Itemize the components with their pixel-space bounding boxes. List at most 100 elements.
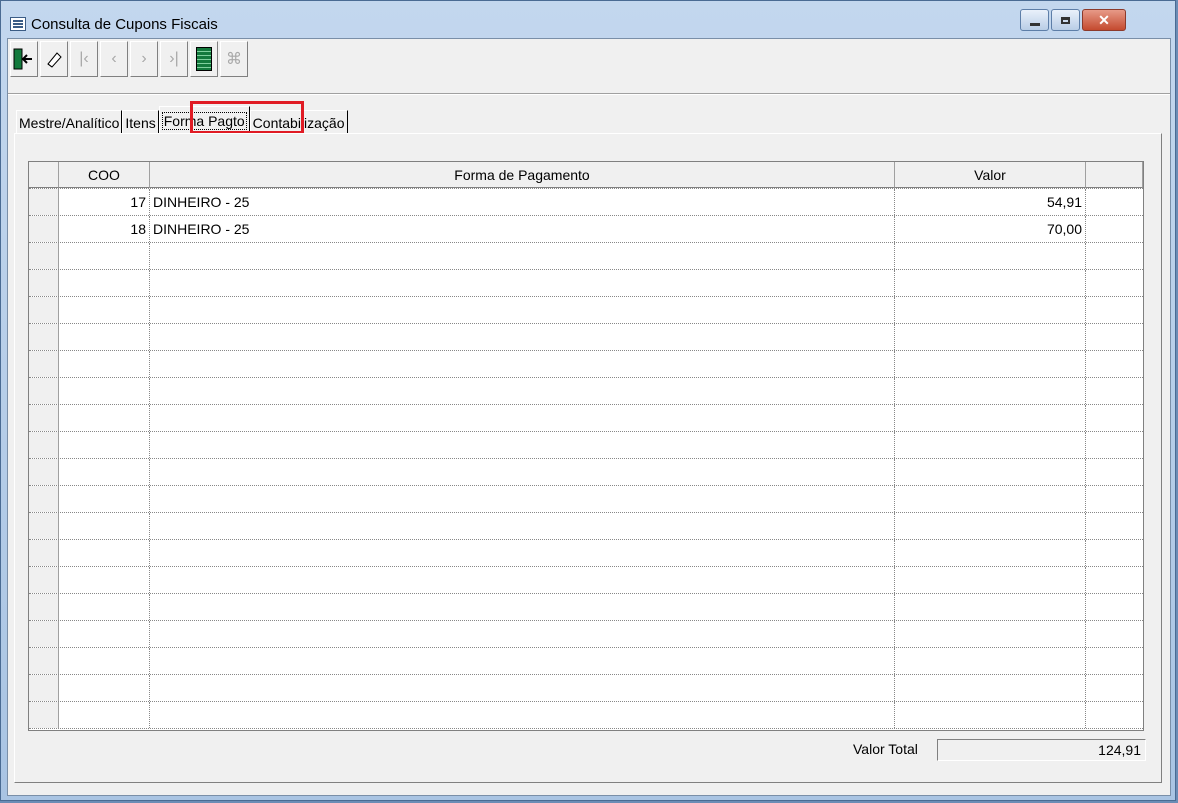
cell-valor[interactable] xyxy=(895,432,1086,458)
tab-mestre-analitico[interactable]: Mestre/Analítico xyxy=(16,110,123,134)
cell-coo[interactable]: 17 xyxy=(59,189,150,215)
column-header-valor[interactable]: Valor xyxy=(895,162,1086,188)
tab-contabilizacao[interactable]: Contabilização xyxy=(249,110,348,134)
table-row[interactable] xyxy=(29,675,1143,702)
cell-coo[interactable] xyxy=(59,324,150,350)
table-row[interactable] xyxy=(29,405,1143,432)
cell-coo[interactable] xyxy=(59,270,150,296)
cell-valor[interactable] xyxy=(895,486,1086,512)
table-row[interactable] xyxy=(29,324,1143,351)
cell-valor[interactable] xyxy=(895,540,1086,566)
table-row[interactable] xyxy=(29,621,1143,648)
cell-forma[interactable] xyxy=(150,270,895,296)
cell-forma[interactable] xyxy=(150,432,895,458)
cell-valor[interactable] xyxy=(895,324,1086,350)
chart-button[interactable]: ⌘ xyxy=(220,41,248,77)
cell-coo[interactable]: 18 xyxy=(59,216,150,242)
cell-valor[interactable] xyxy=(895,621,1086,647)
table-row[interactable] xyxy=(29,270,1143,297)
table-row[interactable] xyxy=(29,459,1143,486)
table-row[interactable] xyxy=(29,648,1143,675)
cell-forma[interactable] xyxy=(150,297,895,323)
table-row[interactable] xyxy=(29,432,1143,459)
last-record-button[interactable]: ›| xyxy=(160,41,188,77)
tab-forma-pagto[interactable]: Forma Pagto xyxy=(158,106,250,134)
cell-forma[interactable] xyxy=(150,405,895,431)
cell-valor[interactable] xyxy=(895,648,1086,674)
table-row[interactable] xyxy=(29,702,1143,729)
table-row[interactable] xyxy=(29,567,1143,594)
cell-coo[interactable] xyxy=(59,540,150,566)
cell-valor[interactable]: 70,00 xyxy=(895,216,1086,242)
cell-forma[interactable] xyxy=(150,648,895,674)
tab-itens[interactable]: Itens xyxy=(122,110,159,134)
maximize-button[interactable] xyxy=(1051,9,1080,31)
cell-forma[interactable] xyxy=(150,351,895,377)
table-row[interactable] xyxy=(29,378,1143,405)
cell-valor[interactable] xyxy=(895,243,1086,269)
table-row[interactable] xyxy=(29,243,1143,270)
cell-valor[interactable] xyxy=(895,459,1086,485)
cell-forma[interactable] xyxy=(150,459,895,485)
cell-coo[interactable] xyxy=(59,594,150,620)
cell-coo[interactable] xyxy=(59,459,150,485)
table-row[interactable] xyxy=(29,594,1143,621)
cell-coo[interactable] xyxy=(59,513,150,539)
table-row[interactable] xyxy=(29,297,1143,324)
grid-view-button[interactable] xyxy=(190,41,218,77)
cell-forma[interactable] xyxy=(150,702,895,728)
cell-forma[interactable] xyxy=(150,540,895,566)
cell-coo[interactable] xyxy=(59,486,150,512)
cell-coo[interactable] xyxy=(59,675,150,701)
cell-forma[interactable] xyxy=(150,378,895,404)
cell-coo[interactable] xyxy=(59,702,150,728)
table-row[interactable]: 18 DINHEIRO - 25 70,00 xyxy=(29,216,1143,243)
column-header-forma[interactable]: Forma de Pagamento xyxy=(150,162,895,188)
column-header-coo[interactable]: COO xyxy=(59,162,150,188)
table-row[interactable]: 17 DINHEIRO - 25 54,91 xyxy=(29,189,1143,216)
cell-coo[interactable] xyxy=(59,378,150,404)
cell-valor[interactable]: 54,91 xyxy=(895,189,1086,215)
table-row[interactable] xyxy=(29,486,1143,513)
cell-forma[interactable]: DINHEIRO - 25 xyxy=(150,216,895,242)
next-record-button[interactable]: › xyxy=(130,41,158,77)
cell-forma[interactable]: DINHEIRO - 25 xyxy=(150,189,895,215)
cell-valor[interactable] xyxy=(895,270,1086,296)
cell-valor[interactable] xyxy=(895,513,1086,539)
minimize-button[interactable] xyxy=(1020,9,1049,31)
table-row[interactable] xyxy=(29,351,1143,378)
cell-forma[interactable] xyxy=(150,513,895,539)
payment-grid[interactable]: COO Forma de Pagamento Valor 17 DINHEIRO … xyxy=(28,161,1144,731)
cell-coo[interactable] xyxy=(59,648,150,674)
previous-record-button[interactable]: ‹ xyxy=(100,41,128,77)
cell-forma[interactable] xyxy=(150,675,895,701)
cell-coo[interactable] xyxy=(59,243,150,269)
cell-valor[interactable] xyxy=(895,594,1086,620)
cell-coo[interactable] xyxy=(59,432,150,458)
cell-coo[interactable] xyxy=(59,567,150,593)
cell-coo[interactable] xyxy=(59,297,150,323)
cell-forma[interactable] xyxy=(150,621,895,647)
cell-valor[interactable] xyxy=(895,351,1086,377)
cell-coo[interactable] xyxy=(59,405,150,431)
cell-coo[interactable] xyxy=(59,621,150,647)
cell-forma[interactable] xyxy=(150,243,895,269)
table-row[interactable] xyxy=(29,540,1143,567)
eraser-button[interactable] xyxy=(40,41,68,77)
title-bar[interactable]: Consulta de Cupons Fiscais ✕ xyxy=(1,1,1175,37)
cell-valor[interactable] xyxy=(895,567,1086,593)
exit-button[interactable] xyxy=(10,41,38,77)
first-record-button[interactable]: |‹ xyxy=(70,41,98,77)
cell-forma[interactable] xyxy=(150,567,895,593)
cell-valor[interactable] xyxy=(895,675,1086,701)
cell-forma[interactable] xyxy=(150,594,895,620)
table-row[interactable] xyxy=(29,513,1143,540)
cell-valor[interactable] xyxy=(895,297,1086,323)
cell-valor[interactable] xyxy=(895,405,1086,431)
cell-valor[interactable] xyxy=(895,378,1086,404)
cell-valor[interactable] xyxy=(895,702,1086,728)
cell-forma[interactable] xyxy=(150,324,895,350)
cell-forma[interactable] xyxy=(150,486,895,512)
cell-coo[interactable] xyxy=(59,351,150,377)
close-button[interactable]: ✕ xyxy=(1082,9,1126,31)
